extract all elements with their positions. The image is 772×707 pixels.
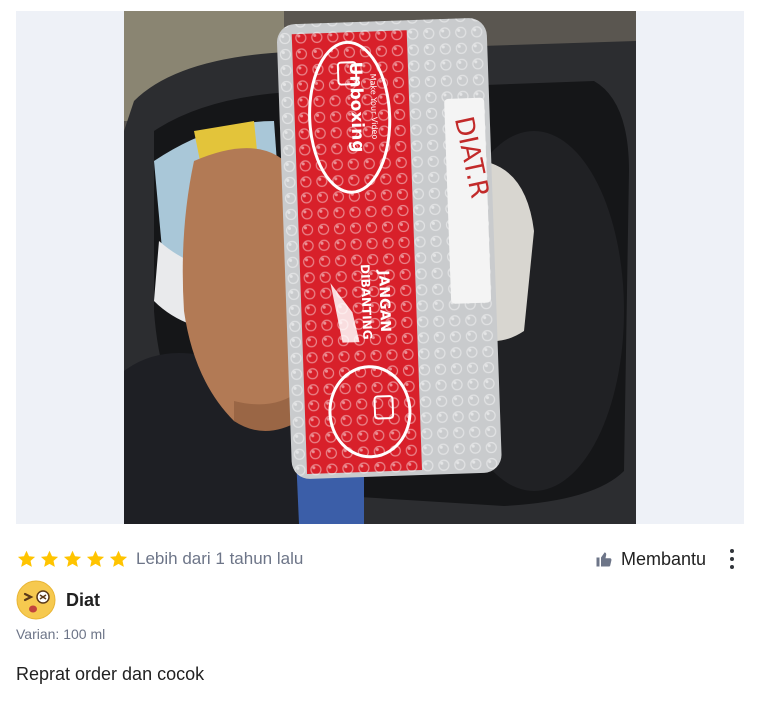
tape-text-dibanting: DIBANTING (358, 264, 375, 340)
star-icon (108, 549, 129, 570)
reviewer-info: Diat (16, 579, 100, 621)
review-photo-container: Unboxing Make Your Video JANGAN DIBANTIN… (16, 11, 744, 524)
tape-text-jangan: JANGAN (375, 269, 393, 332)
star-icon (39, 549, 60, 570)
star-icon (85, 549, 106, 570)
variant-label: Varian: 100 ml (16, 626, 106, 642)
thumbs-up-icon (595, 550, 613, 568)
avatar[interactable] (16, 580, 56, 620)
review-text: Reprat order dan cocok (16, 664, 205, 684)
helpful-button[interactable]: Membantu (595, 549, 706, 570)
star-icon (16, 549, 37, 570)
tape-text-unboxing: Unboxing (345, 61, 368, 152)
reviewer-name[interactable]: Diat (66, 590, 100, 611)
review-time: Lebih dari 1 tahun lalu (136, 549, 304, 568)
review-meta-row: Lebih dari 1 tahun lalu Membantu (16, 545, 744, 573)
star-icon (62, 549, 83, 570)
rating-stars (16, 549, 129, 570)
review-photo[interactable]: Unboxing Make Your Video JANGAN DIBANTIN… (124, 11, 636, 524)
helpful-label: Membantu (620, 548, 706, 569)
more-vertical-icon[interactable] (720, 545, 744, 573)
